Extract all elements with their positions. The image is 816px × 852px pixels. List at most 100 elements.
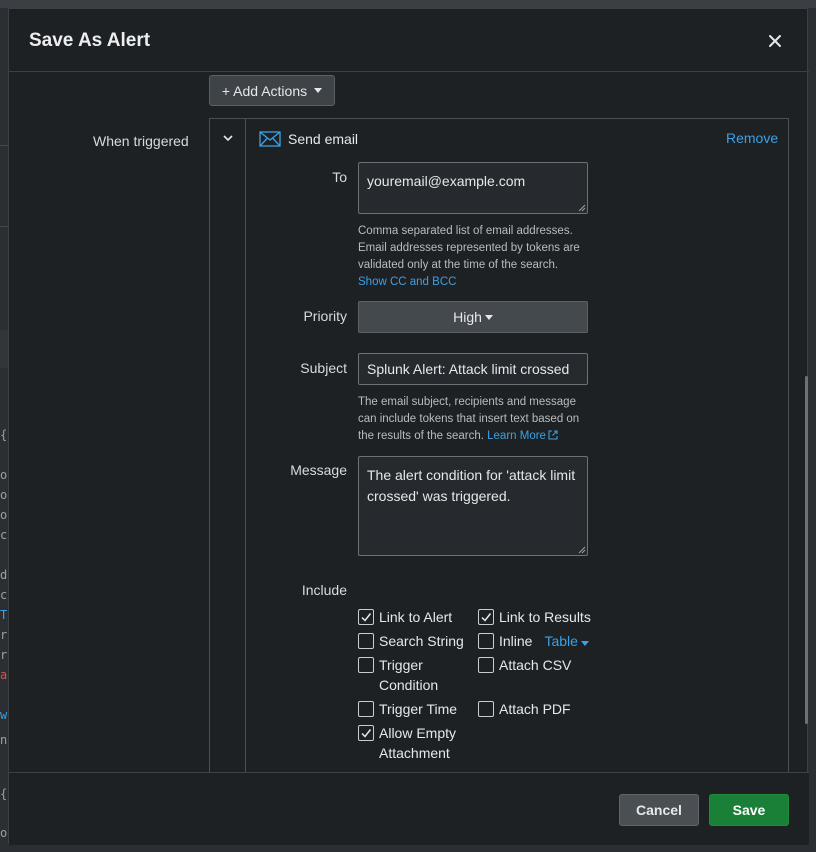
include-link-to-results[interactable]: Link to Results [478,609,591,627]
learn-more-label: Learn More [487,430,546,442]
checkbox-label-line: Allow Empty [379,725,457,741]
checkbox-label: Link to Results [499,609,591,625]
subject-value: Splunk Alert: Attack limit crossed [367,361,570,377]
dialog-title: Save As Alert [29,30,151,51]
action-header: Send email [259,129,358,149]
learn-more-link[interactable]: Learn More [487,430,558,442]
background-text: o: [0,826,8,840]
background-text: o: [0,468,8,482]
background-text: ce [0,588,8,602]
help-line: validated only at the time of the search… [358,259,559,271]
priority-value: High [453,309,482,325]
checkbox-label: Allow Empty Attachment [379,723,456,763]
include-trigger-condition[interactable]: Trigger Condition [358,657,438,695]
dialog-body[interactable]: + Add Actions When triggered Send email … [9,73,809,772]
checkbox-label: Inline [499,633,533,649]
collapse-toggle[interactable] [222,131,234,143]
message-field[interactable]: The alert condition for 'attack limit cr… [358,456,588,556]
checkbox-label-line: Condition [379,677,439,693]
cancel-button[interactable]: Cancel [619,794,699,826]
show-cc-bcc-link[interactable]: Show CC and BCC [358,274,598,291]
background-text: nn [0,733,8,747]
background-text: or [0,488,8,502]
message-label: Message [290,462,347,478]
remove-action-link[interactable]: Remove [726,130,778,146]
checkbox-unchecked[interactable] [358,633,374,649]
envelope-icon [259,131,281,147]
send-email-action-panel: Send email Remove To youremail@example.c… [209,118,789,772]
checkbox-label-line: Attachment [379,745,450,761]
inline-format-value: Table [544,633,578,649]
help-line: The email subject, recipients and messag… [358,396,576,408]
include-attach-csv[interactable]: Attach CSV [478,657,571,675]
checkbox-label: Search String [379,633,464,649]
background-text: { [0,428,8,442]
caret-down-icon [314,88,323,93]
to-value: youremail@example.com [367,173,526,189]
subject-input[interactable]: Splunk Alert: Attack limit crossed [358,353,588,385]
checkbox-label: Attach PDF [499,701,571,717]
help-line: Comma separated list of email addresses. [358,225,573,237]
resize-grip-icon[interactable] [578,546,586,554]
scrollbar[interactable] [805,376,808,724]
priority-dropdown[interactable]: High [358,301,588,333]
checkbox-label-line: Trigger [379,657,423,673]
subject-help-text: The email subject, recipients and messag… [358,394,593,445]
priority-label: Priority [303,308,347,324]
checkbox-unchecked[interactable] [358,701,374,717]
include-attach-pdf[interactable]: Attach PDF [478,701,571,719]
background-text: T [0,608,8,622]
checkbox-label: Trigger Condition [379,655,438,695]
include-inline[interactable]: Inline Table [478,633,589,651]
add-actions-button[interactable]: + Add Actions [209,75,335,106]
dialog-footer: Cancel Save [9,772,809,845]
check-icon [361,729,372,738]
external-link-icon [548,430,558,440]
help-line: can include tokens that insert text base… [358,413,580,425]
caret-down-icon [580,641,589,646]
checkbox-label: Link to Alert [379,609,453,625]
checkbox-label: Trigger Time [379,701,458,717]
checkbox-checked[interactable] [358,725,374,741]
message-value: The alert condition for 'attack limit cr… [367,467,576,504]
help-line-text: the results of the search. [358,430,484,442]
chevron-down-icon [223,135,233,142]
to-label: To [332,169,347,185]
check-icon [481,613,492,622]
background-text: rt [0,648,8,662]
help-line: Email addresses represented by tokens ar… [358,242,580,254]
background-text: r [0,628,8,642]
to-help-text: Comma separated list of email addresses.… [358,223,598,291]
help-line: the results of the search. Learn More [358,428,593,445]
action-name: Send email [288,131,359,147]
save-as-alert-dialog: Save As Alert + Add Actions When trigger… [8,8,809,845]
include-search-string[interactable]: Search String [358,633,464,651]
background-text: d: [0,568,8,582]
checkbox-label: Attach CSV [499,657,572,673]
background-divider [0,145,8,146]
save-button[interactable]: Save [709,794,789,826]
caret-down-icon [484,314,493,320]
background-text: o [0,508,8,522]
background-panel [0,330,8,368]
include-allow-empty-attachment[interactable]: Allow Empty Attachment [358,725,456,763]
checkbox-checked[interactable] [358,609,374,625]
checkbox-unchecked[interactable] [478,633,494,649]
background-text: { [0,787,8,801]
background-text: c [0,528,8,542]
background-topbar [0,0,816,8]
inline-format-dropdown[interactable]: Table [544,631,589,651]
action-gutter [210,119,246,772]
add-actions-label: + Add Actions [221,82,308,99]
to-field[interactable]: youremail@example.com [358,162,588,214]
subject-label: Subject [300,360,347,376]
close-button[interactable] [765,31,785,51]
checkbox-checked[interactable] [478,609,494,625]
include-trigger-time[interactable]: Trigger Time [358,701,457,719]
resize-grip-icon[interactable] [578,204,586,212]
checkbox-unchecked[interactable] [358,657,374,673]
include-link-to-alert[interactable]: Link to Alert [358,609,452,627]
background-divider [0,226,8,227]
checkbox-unchecked[interactable] [478,701,494,717]
checkbox-unchecked[interactable] [478,657,494,673]
